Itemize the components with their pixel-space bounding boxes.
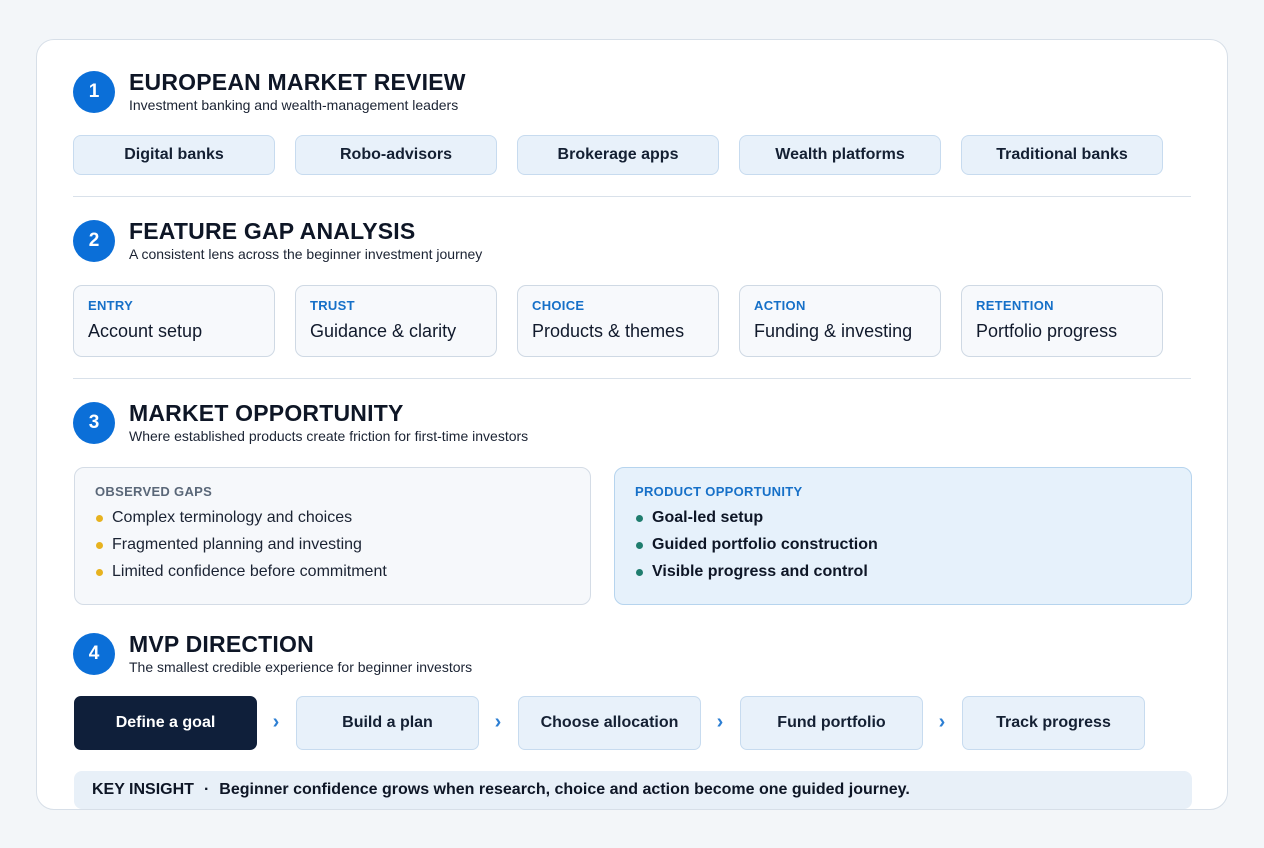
segment-chip: Wealth platforms <box>739 135 941 175</box>
journey-stage-card: RETENTION Portfolio progress <box>961 285 1163 357</box>
stage-text: Guidance & clarity <box>310 321 457 341</box>
segment-chip: Digital banks <box>73 135 275 175</box>
key-insight-text: Beginner confidence grows when research,… <box>219 781 910 798</box>
stage-text: Funding & investing <box>754 321 913 341</box>
panel-title: OBSERVED GAPS <box>95 484 213 499</box>
section-subtitle: A consistent lens across the beginner in… <box>129 246 483 262</box>
flow-step-fund-portfolio: Fund portfolio <box>740 696 923 750</box>
list-item: Goal-led setup <box>635 509 1191 536</box>
flow-step-define-goal: Define a goal <box>74 696 257 750</box>
section-title: FEATURE GAP ANALYSIS <box>129 218 416 244</box>
bullet-dot <box>636 542 643 549</box>
journey-stage-card: TRUST Guidance & clarity <box>295 285 497 357</box>
section-divider <box>73 378 1191 379</box>
segment-chip: Traditional banks <box>961 135 1163 175</box>
stage-text: Account setup <box>88 321 203 341</box>
stage-text: Products & themes <box>532 321 685 341</box>
list-item: Guided portfolio construction <box>635 536 1191 563</box>
section-title: EUROPEAN MARKET REVIEW <box>129 69 466 95</box>
bullet-dot <box>96 569 103 576</box>
section-subtitle: Investment banking and wealth-management… <box>129 97 459 113</box>
chevron-right-icon: › <box>494 710 502 733</box>
panel-title: PRODUCT OPPORTUNITY <box>635 484 803 499</box>
journey-stage-card: ACTION Funding & investing <box>739 285 941 357</box>
list-item-text: Fragmented planning and investing <box>112 536 362 553</box>
chevron-right-icon: › <box>938 710 946 733</box>
bullet-dot <box>636 569 643 576</box>
step-badge-3: 3 <box>73 402 115 444</box>
list-item: Complex terminology and choices <box>95 509 590 536</box>
section-divider <box>73 196 1191 197</box>
product-opportunity-panel: PRODUCT OPPORTUNITY Goal-led setup Guide… <box>614 467 1192 605</box>
list-item-text: Limited confidence before commitment <box>112 563 387 580</box>
flow-step-choose-allocation: Choose allocation <box>518 696 701 750</box>
step-badge-2: 2 <box>73 220 115 262</box>
chevron-right-icon: › <box>272 710 280 733</box>
list-item-text: Visible progress and control <box>652 563 868 580</box>
gaps-list: Complex terminology and choices Fragment… <box>95 509 590 590</box>
list-item-text: Complex terminology and choices <box>112 509 353 526</box>
step-badge-4: 4 <box>73 633 115 675</box>
list-item: Limited confidence before commitment <box>95 563 590 590</box>
stage-label: TRUST <box>310 298 355 313</box>
section-subtitle: Where established products create fricti… <box>129 428 529 444</box>
list-item-text: Guided portfolio construction <box>652 536 878 553</box>
flow-step-track-progress: Track progress <box>962 696 1145 750</box>
flow-step-build-plan: Build a plan <box>296 696 479 750</box>
step-badge-1: 1 <box>73 71 115 113</box>
separator-dot: · <box>203 781 210 798</box>
list-item: Visible progress and control <box>635 563 1191 590</box>
opportunity-list: Goal-led setup Guided portfolio construc… <box>635 509 1191 590</box>
chevron-right-icon: › <box>716 710 724 733</box>
segment-chip: Brokerage apps <box>517 135 719 175</box>
key-insight-banner: KEY INSIGHT · Beginner confidence grows … <box>74 771 1192 809</box>
summary-card: 1 EUROPEAN MARKET REVIEW Investment bank… <box>36 39 1228 810</box>
stage-text: Portfolio progress <box>976 321 1118 341</box>
section-subtitle: The smallest credible experience for beg… <box>129 659 473 675</box>
stage-label: CHOICE <box>532 298 585 313</box>
stage-label: ACTION <box>754 298 806 313</box>
stage-label: ENTRY <box>88 298 134 313</box>
journey-stage-card: ENTRY Account setup <box>73 285 275 357</box>
bullet-dot <box>636 515 643 522</box>
journey-stage-card: CHOICE Products & themes <box>517 285 719 357</box>
bullet-dot <box>96 542 103 549</box>
key-insight-label: KEY INSIGHT <box>92 781 194 798</box>
list-item-text: Goal-led setup <box>652 509 764 526</box>
stage-label: RETENTION <box>976 298 1054 313</box>
observed-gaps-panel: OBSERVED GAPS Complex terminology and ch… <box>74 467 591 605</box>
section-title: MVP DIRECTION <box>129 631 314 657</box>
list-item: Fragmented planning and investing <box>95 536 590 563</box>
section-title: MARKET OPPORTUNITY <box>129 400 404 426</box>
segment-chip: Robo-advisors <box>295 135 497 175</box>
bullet-dot <box>96 515 103 522</box>
